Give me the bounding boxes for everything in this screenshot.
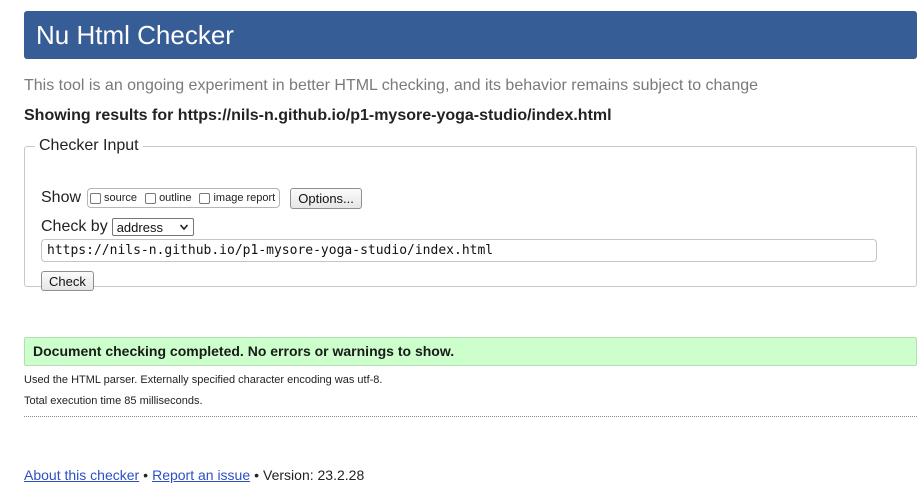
footer-separator: • xyxy=(254,467,260,483)
footer: About this checker • Report an issue • Versi… xyxy=(24,467,364,483)
outline-option-label: outline xyxy=(159,192,192,204)
show-image-report-option[interactable]: image report xyxy=(199,192,275,204)
chevron-down-icon xyxy=(179,224,188,231)
execution-time-info: Total execution time 85 milliseconds. xyxy=(24,395,203,407)
show-label: Show xyxy=(41,189,82,206)
results-heading: Showing results for https://nils-n.githu… xyxy=(24,107,612,124)
source-checkbox[interactable] xyxy=(90,192,102,204)
footer-separator: • xyxy=(143,467,149,483)
image-report-option-label: image report xyxy=(213,192,276,204)
check-by-label: Check by xyxy=(41,218,108,235)
show-row: Show source outline image report Options… xyxy=(41,187,362,209)
checker-input-fieldset: Checker Input Show source outline image … xyxy=(24,137,917,291)
check-by-row: Check by address xyxy=(41,217,194,237)
source-option-label: source xyxy=(104,192,138,204)
url-input[interactable] xyxy=(41,239,877,262)
check-button[interactable]: Check xyxy=(41,271,94,291)
intro-text: This tool is an ongoing experiment in be… xyxy=(24,77,759,94)
options-button[interactable]: Options... xyxy=(290,187,362,209)
checker-input-legend: Checker Input xyxy=(39,137,139,154)
divider xyxy=(24,416,917,417)
image-report-checkbox[interactable] xyxy=(199,192,211,204)
page-title: Nu Html Checker xyxy=(36,20,234,50)
outline-checkbox[interactable] xyxy=(145,192,157,204)
check-by-selected-value: address xyxy=(116,219,163,235)
show-options-group: source outline image report xyxy=(87,188,281,208)
version-text: Version: 23.2.28 xyxy=(263,467,365,483)
about-checker-link[interactable]: About this checker xyxy=(24,467,139,483)
check-by-select[interactable]: address xyxy=(111,218,194,236)
status-success-message: Document checking completed. No errors o… xyxy=(24,337,917,366)
parser-info: Used the HTML parser. Externally specifi… xyxy=(24,374,383,386)
show-outline-option[interactable]: outline xyxy=(145,192,191,204)
show-source-option[interactable]: source xyxy=(90,192,137,204)
app-header: Nu Html Checker xyxy=(24,11,917,59)
report-issue-link[interactable]: Report an issue xyxy=(152,467,250,483)
